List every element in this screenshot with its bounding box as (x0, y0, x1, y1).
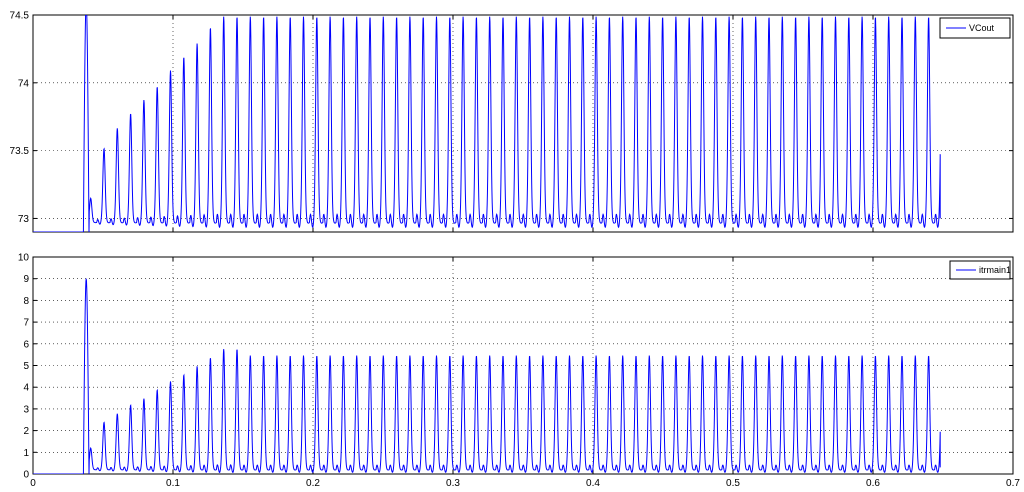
vcout-subplot: 73 73.5 74 74.5 VCout (10, 11, 1014, 233)
y-tick-label: 1 (23, 448, 29, 459)
legend: VCout (939, 17, 1011, 39)
x-tick-label: 0.3 (446, 478, 460, 489)
x-tick-label: 0.6 (866, 478, 880, 489)
plot-area (32, 256, 1014, 475)
x-tick-label: 0.4 (586, 478, 600, 489)
y-tick-label: 74.5 (10, 11, 30, 22)
y-tick-label: 4 (23, 383, 29, 394)
y-tick-label: 10 (18, 253, 30, 264)
itrmain1-subplot: 0 0.1 0.2 0.3 0.4 0.5 0.6 0.7 0 1 2 3 4 5 6 7 8 9 10 itrmai… (18, 253, 1021, 490)
y-tick-label: 7 (23, 318, 29, 329)
y-tick-label: 3 (23, 404, 29, 415)
y-tick-label: 73 (18, 214, 30, 225)
legend-label: itrmain1 (979, 265, 1011, 275)
plot-area (32, 14, 1014, 233)
y-tick-label: 73.5 (10, 146, 30, 157)
y-tick-label: 6 (23, 339, 29, 350)
y-tick-label: 5 (23, 361, 29, 372)
x-tick-label: 0 (30, 478, 36, 489)
legend: itrmain1 (949, 260, 1011, 280)
figure: 7373.57474.5VCout 0 0.1 0.2 0.3 0.4 0.5 0.6 0.7… (10, 11, 1021, 490)
y-tick-label: 2 (23, 426, 29, 437)
y-tick-label: 0 (23, 470, 29, 481)
x-tick-label: 0.7 (1006, 478, 1020, 489)
x-tick-label: 0.2 (306, 478, 320, 489)
x-tick-label: 0.1 (166, 478, 180, 489)
y-tick-label: 9 (23, 274, 29, 285)
x-tick-label: 0.5 (726, 478, 740, 489)
y-tick-label: 74 (18, 78, 30, 89)
legend-label: VCout (969, 23, 995, 33)
y-tick-label: 8 (23, 296, 29, 307)
